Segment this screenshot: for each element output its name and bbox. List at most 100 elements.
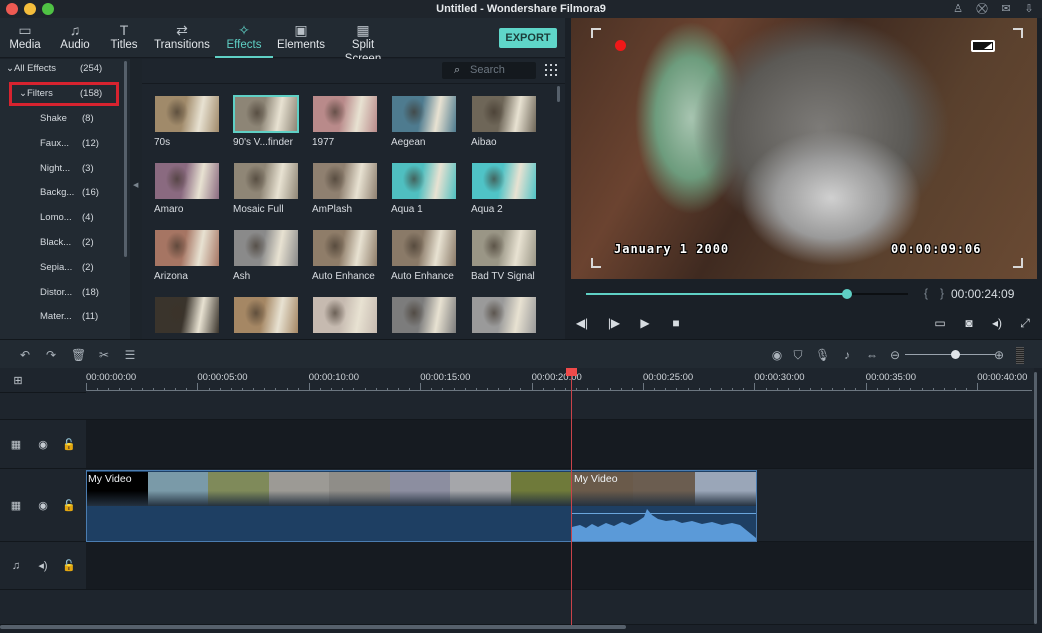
redo-icon: ↷ <box>45 348 57 362</box>
marker-button[interactable]: ⛉ <box>791 348 805 362</box>
zoom-out-button[interactable]: ⊖ <box>888 348 902 362</box>
tree-item-subcategory[interactable]: Distor... (18) <box>0 283 120 308</box>
effect-item[interactable]: AmPlash <box>312 162 390 215</box>
effect-label: Auto Enhance <box>391 271 454 282</box>
lock-icon[interactable]: 🔓 <box>62 499 76 513</box>
tab-media[interactable]: ▭ Media <box>4 18 46 58</box>
mark-in-button[interactable]: { <box>924 286 928 300</box>
tab-elements[interactable]: ▣ Elements <box>276 18 326 58</box>
effect-item[interactable]: Arizona <box>154 229 232 282</box>
tab-titles[interactable]: T Titles <box>106 18 142 58</box>
play-button[interactable]: ▶ <box>637 315 653 331</box>
timeline-horizontal-scrollbar[interactable] <box>0 625 626 629</box>
export-button[interactable]: EXPORT <box>499 28 557 48</box>
transitions-icon: ⇄ <box>176 22 188 38</box>
lock-icon[interactable]: 🔓 <box>62 438 76 452</box>
tree-item-subcategory[interactable]: Mater... (11) <box>0 307 120 332</box>
adjust-button[interactable]: ☰ <box>123 348 137 362</box>
effect-item[interactable]: Aqua 2 <box>471 162 549 215</box>
timeline-zoom-handle[interactable] <box>950 350 960 359</box>
effect-item[interactable]: Auto Enhance <box>391 229 469 282</box>
panel-collapse-handle[interactable]: ◀ <box>130 59 142 339</box>
tree-item-all-effects[interactable]: ⌄All Effects (254) <box>0 59 120 84</box>
video-clip[interactable]: My Video <box>571 470 757 542</box>
effects-scrollbar[interactable] <box>557 86 560 102</box>
previous-frame-button[interactable]: ◀| <box>574 315 590 331</box>
track-lane-audio-1[interactable] <box>86 542 1034 590</box>
track-lane-video-2[interactable] <box>86 420 1034 469</box>
eye-icon[interactable]: ◉ <box>36 499 50 513</box>
effect-item[interactable] <box>391 296 469 338</box>
render-settings-button[interactable]: ▭ <box>932 315 948 331</box>
tree-item-count: (18) <box>82 286 99 298</box>
effect-item[interactable]: Bad TV Signal <box>471 229 549 282</box>
effect-item[interactable]: 70s <box>154 95 232 148</box>
tab-effects[interactable]: ✧ Effects <box>215 18 273 58</box>
track-header-video-2: ▦ ◉ 🔓 <box>0 420 86 469</box>
voiceover-button[interactable]: 🎙 <box>815 348 830 362</box>
effect-item[interactable] <box>233 296 311 338</box>
effect-item[interactable] <box>154 296 232 338</box>
eye-icon[interactable]: ◉ <box>36 438 50 452</box>
effect-item[interactable]: 90's V...finder <box>233 95 311 148</box>
volume-button[interactable]: ◂) <box>989 315 1005 331</box>
window-title: Untitled - Wondershare Filmora9 <box>436 3 606 15</box>
effect-item[interactable]: Aqua 1 <box>391 162 469 215</box>
effect-item[interactable]: Mosaic Full <box>233 162 311 215</box>
snapshot-button[interactable]: ◙ <box>961 315 977 331</box>
delete-button[interactable]: 🗑 <box>71 348 86 362</box>
clip-label: My Video <box>574 473 618 485</box>
effect-thumbnail <box>471 229 537 267</box>
next-frame-button[interactable]: |▶ <box>606 315 622 331</box>
tree-item-subcategory[interactable]: Faux... (12) <box>0 134 120 159</box>
tree-scrollbar[interactable] <box>124 61 127 257</box>
effect-item[interactable]: Ash <box>233 229 311 282</box>
effect-item[interactable]: Amaro <box>154 162 232 215</box>
cart-icon[interactable]: ⛒ <box>975 2 989 16</box>
redo-button[interactable]: ↷ <box>44 348 58 362</box>
clip-frame-thumbnail <box>450 472 511 506</box>
lock-icon[interactable]: 🔓 <box>62 559 76 573</box>
tree-item-subcategory[interactable]: Night... (3) <box>0 159 120 184</box>
render-preview-button[interactable]: ◉ <box>770 348 784 362</box>
video-clip[interactable]: My Video <box>86 470 572 542</box>
fullscreen-button[interactable]: ⤢ <box>1017 315 1033 331</box>
add-track-icon[interactable]: ⊞ <box>11 374 25 388</box>
speaker-icon[interactable]: ◂) <box>36 559 50 573</box>
effect-item[interactable]: 1977 <box>312 95 390 148</box>
search-icon: ⌕ <box>454 64 461 76</box>
mail-icon[interactable]: ✉ <box>999 2 1013 16</box>
audio-mixer-button[interactable]: ♪ <box>840 348 854 362</box>
effect-item[interactable]: Aegean <box>391 95 469 148</box>
fit-timeline-button[interactable]: ⇔ <box>865 348 879 362</box>
download-icon[interactable]: ⇩ <box>1022 2 1036 16</box>
tree-item-subcategory[interactable]: Backg... (16) <box>0 183 120 208</box>
tree-item-subcategory[interactable]: Sepia... (2) <box>0 258 120 283</box>
search-input[interactable]: ⌕ Search <box>442 62 536 79</box>
stop-button[interactable]: ■ <box>668 315 684 331</box>
tab-split-screen[interactable]: ▦ Split Screen <box>333 18 393 65</box>
playhead-handle[interactable] <box>566 368 577 376</box>
undo-button[interactable]: ↶ <box>18 348 32 362</box>
cut-button[interactable]: ✂ <box>97 348 111 362</box>
zoom-in-button[interactable]: ⊕ <box>992 348 1006 362</box>
effect-item[interactable]: Auto Enhance <box>312 229 390 282</box>
clip-frame-thumbnail <box>510 472 571 506</box>
effect-item[interactable] <box>312 296 390 338</box>
user-icon[interactable]: ♙ <box>951 2 965 16</box>
playback-scrubber-handle[interactable] <box>841 289 852 299</box>
tree-item-label: Night... <box>40 162 71 174</box>
timeline-ruler[interactable]: 00:00:00:00 00:00:05:00 00:00:10:00 00:00:1… <box>86 368 1034 393</box>
tab-audio[interactable]: ♫ Audio <box>56 18 94 58</box>
audio-mixer-icon: ♪ <box>844 348 850 362</box>
tree-item-subcategory[interactable]: Lomo... (4) <box>0 208 120 233</box>
timeline-vertical-scrollbar[interactable] <box>1034 372 1037 624</box>
tree-item-subcategory[interactable]: Shake (8) <box>0 109 120 134</box>
mark-out-button[interactable]: } <box>940 286 944 300</box>
tab-transitions[interactable]: ⇄ Transitions <box>152 18 212 58</box>
tree-item-subcategory[interactable]: Black... (2) <box>0 233 120 258</box>
effect-item[interactable] <box>471 296 549 338</box>
grid-view-icon[interactable] <box>544 63 558 77</box>
effect-item[interactable]: Aibao <box>471 95 549 148</box>
ruler-label: 00:00:25:00 <box>643 372 694 383</box>
